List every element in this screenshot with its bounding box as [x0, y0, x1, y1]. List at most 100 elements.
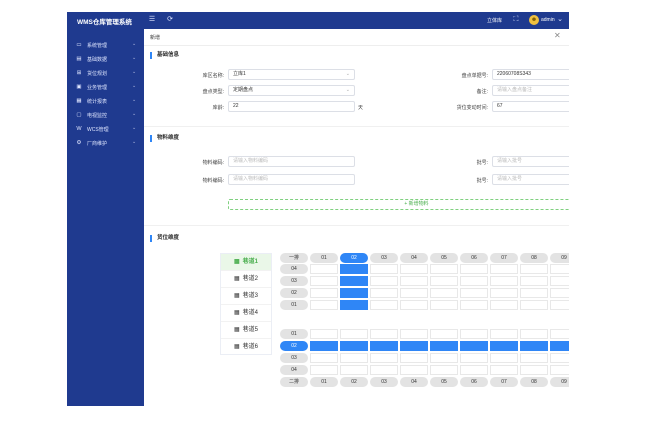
- add-material-button[interactable]: + 新增物料: [228, 199, 569, 210]
- area-select[interactable]: 立库1 ⌄: [228, 69, 355, 80]
- location-cell[interactable]: [550, 353, 569, 363]
- column-header[interactable]: 01: [310, 377, 338, 387]
- location-cell[interactable]: [400, 341, 428, 351]
- column-header[interactable]: 03: [370, 253, 398, 263]
- location-cell[interactable]: [490, 276, 518, 286]
- location-cell[interactable]: [520, 329, 548, 339]
- location-cell[interactable]: [430, 300, 458, 310]
- location-cell[interactable]: [430, 329, 458, 339]
- column-header[interactable]: 06: [460, 253, 488, 263]
- avatar[interactable]: ☻: [529, 15, 539, 25]
- sidebar-item-business[interactable]: ▣ 业务管理 ⌄: [67, 81, 144, 93]
- location-cell[interactable]: [520, 264, 548, 274]
- location-cell[interactable]: [370, 300, 398, 310]
- column-header[interactable]: 02: [340, 253, 368, 263]
- column-header[interactable]: 02: [340, 377, 368, 387]
- location-cell[interactable]: [400, 288, 428, 298]
- location-cell[interactable]: [310, 353, 338, 363]
- location-cell[interactable]: [490, 353, 518, 363]
- location-cell[interactable]: [340, 300, 368, 310]
- location-cell[interactable]: [340, 276, 368, 286]
- location-cell[interactable]: [340, 264, 368, 274]
- location-cell[interactable]: [490, 264, 518, 274]
- location-cell[interactable]: [430, 264, 458, 274]
- idle-input[interactable]: 67: [492, 101, 569, 112]
- location-cell[interactable]: [370, 329, 398, 339]
- location-cell[interactable]: [550, 288, 569, 298]
- user-name[interactable]: admin: [541, 17, 555, 23]
- location-cell[interactable]: [430, 353, 458, 363]
- refresh-icon[interactable]: ⟳: [165, 15, 175, 25]
- aisle-item[interactable]: ▦ 巷道3: [221, 288, 271, 305]
- row-label[interactable]: 01: [280, 300, 308, 310]
- stereo-warehouse-link[interactable]: 立体库: [487, 17, 502, 24]
- column-header[interactable]: 04: [400, 377, 428, 387]
- location-cell[interactable]: [430, 276, 458, 286]
- row-label[interactable]: 04: [280, 365, 308, 375]
- location-cell[interactable]: [370, 341, 398, 351]
- location-cell[interactable]: [520, 365, 548, 375]
- location-cell[interactable]: [550, 300, 569, 310]
- column-header[interactable]: 04: [400, 253, 428, 263]
- location-cell[interactable]: [460, 365, 488, 375]
- location-cell[interactable]: [340, 329, 368, 339]
- material-code-input[interactable]: 请输入物料编码: [228, 174, 355, 185]
- order-number-field[interactable]: 22060708S343: [492, 69, 569, 80]
- location-cell[interactable]: [430, 341, 458, 351]
- material-code-input[interactable]: 请输入物料编码: [228, 156, 355, 167]
- location-cell[interactable]: [460, 276, 488, 286]
- location-cell[interactable]: [520, 353, 548, 363]
- location-cell[interactable]: [550, 264, 569, 274]
- sidebar-item-tv[interactable]: ▢ 电视监控 ⌄: [67, 109, 144, 121]
- location-cell[interactable]: [340, 288, 368, 298]
- location-cell[interactable]: [400, 300, 428, 310]
- aisle-item[interactable]: ▦ 巷道6: [221, 339, 271, 356]
- location-cell[interactable]: [460, 353, 488, 363]
- row-label[interactable]: 03: [280, 353, 308, 363]
- location-cell[interactable]: [400, 264, 428, 274]
- aisle-item[interactable]: ▦ 巷道4: [221, 305, 271, 322]
- location-cell[interactable]: [400, 329, 428, 339]
- type-select[interactable]: 定期盘点 ⌄: [228, 85, 355, 96]
- location-cell[interactable]: [370, 264, 398, 274]
- location-cell[interactable]: [490, 341, 518, 351]
- location-cell[interactable]: [430, 365, 458, 375]
- column-header[interactable]: 01: [310, 253, 338, 263]
- fullscreen-icon[interactable]: ⛶: [511, 15, 521, 25]
- collapse-menu-icon[interactable]: ☰: [147, 15, 157, 25]
- location-cell[interactable]: [310, 341, 338, 351]
- aisle-item[interactable]: ▦ 巷道5: [221, 322, 271, 339]
- age-input[interactable]: 22: [228, 101, 355, 112]
- location-cell[interactable]: [370, 288, 398, 298]
- location-cell[interactable]: [550, 276, 569, 286]
- location-cell[interactable]: [460, 300, 488, 310]
- location-cell[interactable]: [550, 341, 569, 351]
- sidebar-item-vendor[interactable]: ⚙ 厂商维护 ⌄: [67, 137, 144, 149]
- location-cell[interactable]: [550, 329, 569, 339]
- remark-input[interactable]: 请输入盘点备注: [492, 85, 569, 96]
- location-cell[interactable]: [460, 341, 488, 351]
- location-cell[interactable]: [550, 365, 569, 375]
- sidebar-item-report[interactable]: ▦ 统计报表 ⌄: [67, 95, 144, 107]
- location-cell[interactable]: [370, 365, 398, 375]
- aisle-item[interactable]: ▦ 巷道1: [221, 254, 271, 271]
- location-cell[interactable]: [310, 288, 338, 298]
- location-cell[interactable]: [490, 288, 518, 298]
- column-header[interactable]: 05: [430, 253, 458, 263]
- close-icon[interactable]: ✕: [554, 31, 561, 40]
- column-header[interactable]: 07: [490, 377, 518, 387]
- location-cell[interactable]: [340, 365, 368, 375]
- column-header[interactable]: 08: [520, 377, 548, 387]
- row-label[interactable]: 02: [280, 288, 308, 298]
- location-cell[interactable]: [310, 264, 338, 274]
- location-cell[interactable]: [460, 264, 488, 274]
- column-header[interactable]: 06: [460, 377, 488, 387]
- location-cell[interactable]: [340, 353, 368, 363]
- column-header[interactable]: 09: [550, 377, 569, 387]
- sidebar-item-system[interactable]: ▭ 系统管理 ⌄: [67, 39, 144, 51]
- batch-input[interactable]: 请输入批号: [492, 156, 569, 167]
- location-cell[interactable]: [400, 353, 428, 363]
- location-cell[interactable]: [520, 288, 548, 298]
- location-cell[interactable]: [520, 300, 548, 310]
- location-cell[interactable]: [490, 300, 518, 310]
